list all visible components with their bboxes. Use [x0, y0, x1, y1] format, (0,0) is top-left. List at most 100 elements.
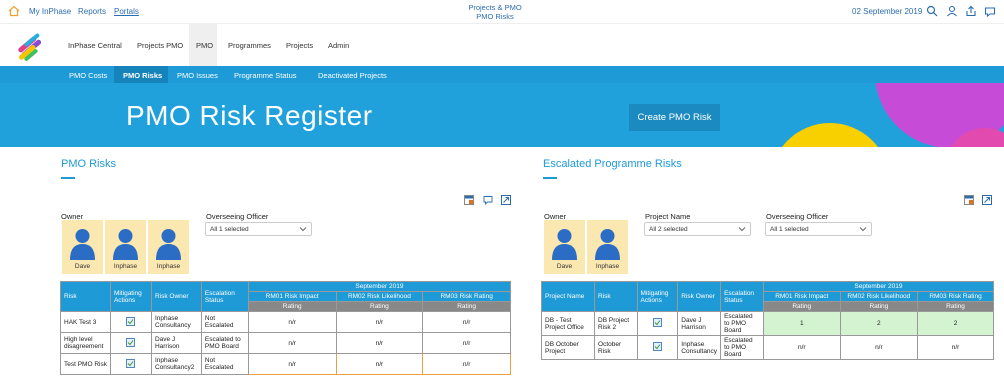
chevron-down-icon — [859, 227, 867, 232]
rating-cell[interactable]: 2 — [917, 311, 994, 336]
excel-export-icon[interactable] — [464, 195, 474, 205]
nav-item-programmes[interactable]: Programmes — [228, 41, 271, 50]
search-icon[interactable] — [926, 5, 938, 17]
project-name-select[interactable]: All 2 selected — [644, 222, 751, 236]
rating-cell[interactable]: 1 — [762, 311, 841, 336]
person-icon — [113, 229, 138, 260]
rating-cell[interactable]: n/r — [762, 335, 841, 360]
rating-cell[interactable]: 2 — [839, 311, 919, 336]
rating-subheader: Rating — [422, 301, 511, 312]
mitigating-actions-cell[interactable] — [109, 311, 152, 333]
rating-cell[interactable]: n/r — [839, 335, 919, 360]
subnav-item-pmo-costs[interactable]: PMO Costs — [69, 71, 107, 80]
rating-cell[interactable]: n/r — [335, 311, 424, 333]
rating-cell[interactable]: n/r — [335, 332, 424, 354]
breadcrumb-parent[interactable]: Projects & PMO — [460, 3, 530, 12]
subnav-item-pmo-risks[interactable]: PMO Risks — [123, 71, 162, 80]
risk-cell[interactable]: October Risk — [594, 335, 638, 360]
table-row[interactable]: High level disagreement Dave J Harrison … — [60, 332, 511, 354]
pmo-risks-title: PMO Risks — [61, 158, 116, 170]
risk-owner-cell: Inphase Consultancy2 — [150, 353, 202, 375]
column-header[interactable]: Risk — [594, 281, 638, 312]
pmo-risks-table: Risk Mitigating Actions Risk Owner Escal… — [60, 281, 512, 375]
expand-icon[interactable] — [501, 195, 511, 205]
rating-header[interactable]: RM02 Risk Likelihood — [839, 291, 919, 302]
rating-cell[interactable]: n/r — [422, 311, 511, 333]
my-inphase-link[interactable]: My InPhase — [29, 7, 71, 16]
home-icon[interactable] — [8, 5, 20, 17]
owner-avatar[interactable]: Inphase — [105, 220, 146, 274]
excel-export-icon[interactable] — [964, 195, 974, 205]
column-header[interactable]: Mitigating Actions — [109, 281, 152, 312]
project-name-cell[interactable]: DB October Project — [540, 335, 596, 360]
comment-icon[interactable] — [483, 195, 493, 205]
rating-cell[interactable]: n/r — [917, 335, 994, 360]
column-header[interactable]: Escalation Status — [200, 281, 249, 312]
actions-icon[interactable] — [126, 316, 136, 326]
owner-avatar[interactable]: Dave — [62, 220, 103, 274]
column-header[interactable]: Risk Owner — [150, 281, 202, 312]
overseeing-officer-select[interactable]: All 1 selected — [765, 222, 872, 236]
actions-icon[interactable] — [126, 337, 136, 347]
rating-cell[interactable]: n/r — [422, 353, 511, 375]
subnav-item-pmo-issues[interactable]: PMO Issues — [177, 71, 218, 80]
current-date: 02 September 2019 — [852, 7, 923, 16]
actions-icon[interactable] — [653, 318, 662, 327]
rating-cell[interactable]: n/r — [247, 353, 337, 375]
nav-item-inphase-central[interactable]: InPhase Central — [68, 41, 122, 50]
expand-icon[interactable] — [982, 195, 992, 205]
overseeing-officer-value: All 1 selected — [210, 226, 249, 233]
inphase-logo[interactable] — [14, 30, 46, 62]
actions-icon[interactable] — [126, 358, 136, 368]
project-name-cell[interactable]: DB - Test Project Office — [540, 311, 596, 336]
table-row[interactable]: Test PMO Risk Inphase Consultancy2 Not E… — [60, 353, 511, 375]
column-header[interactable]: Escalation Status — [720, 281, 764, 312]
chevron-down-icon — [738, 227, 746, 232]
nav-item-projects-pmo[interactable]: Projects PMO — [137, 41, 183, 50]
rating-cell[interactable]: n/r — [422, 332, 511, 354]
table-row[interactable]: HAK Test 3 Inphase Consultancy Not Escal… — [60, 311, 511, 333]
rating-header[interactable]: RM03 Risk Rating — [422, 291, 511, 302]
upload-icon[interactable] — [965, 5, 977, 17]
person-icon — [70, 229, 95, 260]
rating-header[interactable]: RM03 Risk Rating — [917, 291, 994, 302]
title-underline — [61, 177, 75, 179]
rating-cell[interactable]: n/r — [247, 311, 337, 333]
actions-icon[interactable] — [653, 342, 662, 351]
nav-item-projects[interactable]: Projects — [286, 41, 313, 50]
mitigating-actions-cell[interactable] — [636, 335, 679, 360]
subnav-item-programme-status[interactable]: Programme Status — [234, 71, 297, 80]
mitigating-actions-cell[interactable] — [109, 332, 152, 354]
risk-cell[interactable]: DB Project Risk 2 — [594, 311, 638, 336]
owner-avatar[interactable]: Inphase — [148, 220, 189, 274]
nav-item-pmo[interactable]: PMO — [196, 41, 213, 50]
reports-link[interactable]: Reports — [78, 7, 106, 16]
risk-cell[interactable]: High level disagreement — [60, 332, 111, 354]
rating-header[interactable]: RM01 Risk Impact — [247, 291, 337, 302]
table-row[interactable]: DB - Test Project Office DB Project Risk… — [540, 311, 994, 336]
rating-cell[interactable]: n/r — [335, 353, 424, 375]
subnav-item-deactivated-projects[interactable]: Deactivated Projects — [318, 71, 387, 80]
column-header[interactable]: Risk Owner — [677, 281, 722, 312]
owner-avatar[interactable]: Dave — [544, 220, 585, 274]
nav-item-admin[interactable]: Admin — [328, 41, 349, 50]
table-row[interactable]: DB October Project October Risk Inphase … — [540, 335, 994, 360]
rating-cell[interactable]: n/r — [247, 332, 337, 354]
rating-header[interactable]: RM01 Risk Impact — [762, 291, 841, 302]
mitigating-actions-cell[interactable] — [109, 353, 152, 375]
overseeing-officer-select[interactable]: All 1 selected — [205, 222, 312, 236]
user-icon[interactable] — [946, 5, 958, 17]
risk-cell[interactable]: HAK Test 3 — [60, 311, 111, 333]
owner-avatar[interactable]: Inphase — [587, 220, 628, 274]
column-header[interactable]: Risk — [60, 281, 111, 312]
create-pmo-risk-button[interactable]: Create PMO Risk — [629, 104, 720, 131]
portals-link[interactable]: Portals — [114, 7, 139, 16]
risk-owner-cell: Dave J Harrison — [150, 332, 202, 354]
risk-cell[interactable]: Test PMO Risk — [60, 353, 111, 375]
rating-header[interactable]: RM02 Risk Likelihood — [335, 291, 424, 302]
help-icon[interactable] — [984, 5, 996, 17]
mitigating-actions-cell[interactable] — [636, 311, 679, 336]
owner-name: Inphase — [595, 263, 620, 270]
column-header[interactable]: Project Name — [540, 281, 596, 312]
column-header[interactable]: Mitigating Actions — [636, 281, 679, 312]
